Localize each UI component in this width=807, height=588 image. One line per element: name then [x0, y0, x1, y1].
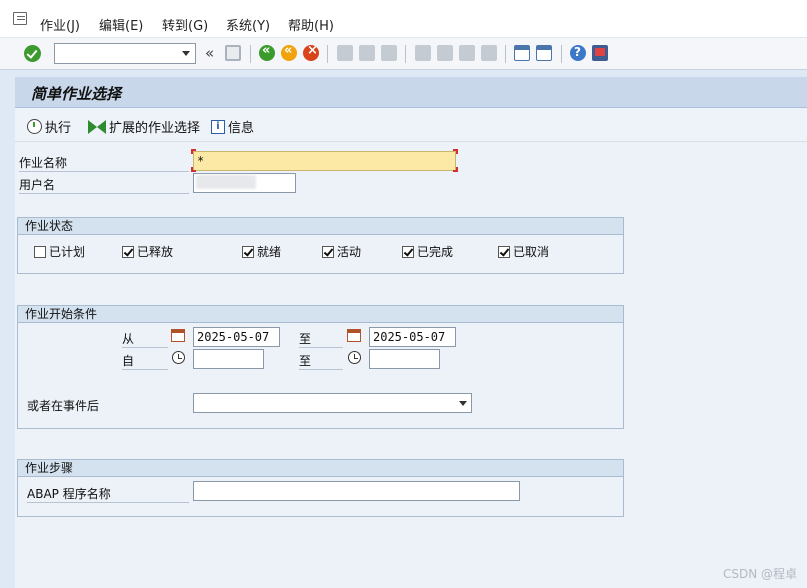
checkbox-active[interactable]: 活动: [322, 243, 361, 260]
first-page-icon[interactable]: [415, 45, 431, 61]
after-event-dropdown[interactable]: [193, 393, 472, 413]
from-time-label: 自: [122, 352, 168, 370]
separator: [250, 45, 251, 63]
to-time-input[interactable]: [369, 349, 440, 369]
user-name-label: 用户名: [19, 176, 189, 194]
to-date-label: 至: [299, 330, 343, 348]
checkbox-box[interactable]: [34, 245, 46, 258]
last-page-icon[interactable]: [481, 45, 497, 61]
clock-icon[interactable]: [348, 351, 361, 364]
required-marker: [191, 167, 196, 172]
command-field[interactable]: [54, 43, 196, 64]
find-next-icon[interactable]: [381, 45, 397, 61]
info-button[interactable]: i 信息: [211, 117, 254, 136]
from-time-input[interactable]: [193, 349, 264, 369]
checkbox-box[interactable]: [402, 245, 414, 258]
job-status-title: 作业状态: [18, 218, 623, 235]
job-name-label: 作业名称: [19, 154, 189, 172]
menu-bar: 作业(J) 编辑(E) 转到(G) 系统(Y) 帮助(H): [0, 0, 807, 38]
menu-job[interactable]: 作业(J): [40, 15, 80, 34]
from-date-input[interactable]: 2025-05-07: [193, 327, 280, 347]
execute-icon: [27, 119, 42, 134]
clock-icon[interactable]: [172, 351, 185, 364]
checkbox-ready[interactable]: 就绪: [242, 243, 281, 260]
required-marker: [453, 149, 458, 154]
to-date-input[interactable]: 2025-05-07: [369, 327, 456, 347]
separator: [505, 45, 506, 63]
customize-layout-icon[interactable]: [592, 45, 608, 61]
extended-job-selection-button[interactable]: 扩展的作业选择: [88, 117, 200, 136]
start-conditions-title: 作业开始条件: [18, 306, 623, 323]
checkbox-finished[interactable]: 已完成: [402, 243, 453, 260]
shortcut-icon[interactable]: [536, 45, 552, 61]
system-menu-icon[interactable]: [13, 12, 27, 25]
menu-help[interactable]: 帮助(H): [288, 15, 334, 34]
cancel-icon[interactable]: [303, 43, 319, 61]
separator: [561, 45, 562, 63]
info-icon: i: [211, 119, 225, 134]
abap-program-input[interactable]: [193, 481, 520, 501]
chevron-down-icon[interactable]: [182, 51, 190, 56]
checkbox-cancelled[interactable]: 已取消: [498, 243, 549, 260]
checkbox-box[interactable]: [122, 245, 134, 258]
checkbox-box[interactable]: [242, 245, 254, 258]
calendar-icon[interactable]: [171, 329, 185, 342]
checkbox-released[interactable]: 已释放: [122, 243, 173, 260]
menu-edit[interactable]: 编辑(E): [99, 15, 143, 34]
execute-button[interactable]: 执行: [27, 117, 71, 136]
new-session-icon[interactable]: [514, 45, 530, 61]
menu-goto[interactable]: 转到(G): [162, 15, 208, 34]
save-icon[interactable]: [225, 45, 241, 61]
checkbox-planned[interactable]: 已计划: [34, 243, 85, 260]
watermark: CSDN @程卓: [722, 567, 797, 581]
redacted-user-name: [196, 175, 256, 189]
abap-program-label: ABAP 程序名称: [27, 485, 189, 503]
after-event-label: 或者在事件后: [27, 399, 100, 413]
to-time-label: 至: [299, 352, 343, 370]
menu-system[interactable]: 系统(Y): [226, 15, 270, 34]
find-icon[interactable]: [359, 45, 375, 61]
standard-toolbar: «: [0, 38, 807, 70]
chevron-down-icon[interactable]: [459, 401, 467, 406]
required-marker: [191, 149, 196, 154]
checkbox-box[interactable]: [498, 245, 510, 258]
page-title: 简单作业选择: [31, 85, 122, 103]
help-icon[interactable]: [570, 45, 586, 61]
collapse-command-icon[interactable]: «: [205, 44, 214, 62]
job-steps-title: 作业步骤: [18, 460, 623, 477]
enter-check-icon[interactable]: [24, 45, 41, 62]
from-date-label: 从: [122, 330, 168, 348]
separator: [327, 45, 328, 63]
separator: [405, 45, 406, 63]
back-icon[interactable]: [259, 43, 275, 61]
previous-page-icon[interactable]: [437, 45, 453, 61]
required-marker: [453, 167, 458, 172]
print-icon[interactable]: [337, 45, 353, 61]
exit-icon[interactable]: [281, 43, 297, 61]
calendar-icon[interactable]: [347, 329, 361, 342]
extended-selection-icon: [88, 119, 106, 134]
job-name-input[interactable]: *: [193, 151, 456, 171]
checkbox-box[interactable]: [322, 245, 334, 258]
screen-title-bar: 简单作业选择: [15, 77, 807, 108]
next-page-icon[interactable]: [459, 45, 475, 61]
